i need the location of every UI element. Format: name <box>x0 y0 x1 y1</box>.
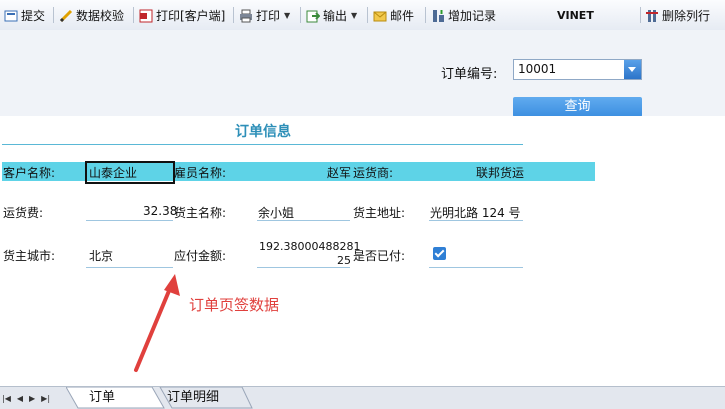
owner-address-value[interactable]: 光明北路 124 号 <box>430 204 521 221</box>
freight-label: 运货费: <box>3 206 44 220</box>
freight-underline <box>86 220 173 221</box>
paid-underline <box>429 267 523 268</box>
toolbar-separator <box>425 7 426 23</box>
amount-label: 应付金额: <box>174 249 227 263</box>
form-title: 订单信息 <box>235 124 291 140</box>
print-button[interactable]: 打印 ▼ <box>239 7 290 25</box>
export-button[interactable]: 输出 ▼ <box>306 7 357 25</box>
first-page-icon[interactable]: |◀ <box>2 394 11 403</box>
tab-order-detail[interactable]: 订单明细 <box>163 387 223 408</box>
toolbar-separator <box>233 7 234 23</box>
query-button[interactable]: 查询 <box>513 97 642 117</box>
employee-value[interactable]: 赵军 <box>327 164 351 181</box>
order-number-select[interactable]: 10001 <box>513 59 642 80</box>
toolbar-separator <box>300 7 301 23</box>
amount-underline <box>257 267 350 268</box>
print-client-button[interactable]: 打印[客户端] <box>139 7 225 25</box>
delete-row-icon <box>645 9 659 23</box>
owner-address-underline <box>429 220 523 221</box>
toolbar: 提交 数据校验 打印[客户端] 打印 ▼ 输出 ▼ 邮件 增加记录 VINET … <box>0 0 725 31</box>
employee-label: 雇员名称: <box>174 166 227 180</box>
amount-value-line2[interactable]: 25 <box>337 254 351 267</box>
paid-label: 是否已付: <box>353 249 406 263</box>
customer-label: 客户名称: <box>3 166 56 180</box>
customer-value: 山泰企业 <box>89 166 138 180</box>
next-page-icon[interactable]: ▶ <box>29 394 35 403</box>
owner-address-label: 货主地址: <box>353 206 406 220</box>
export-icon <box>306 9 321 23</box>
vinet-label: VINET <box>557 9 594 22</box>
toolbar-separator <box>367 7 368 23</box>
order-form: 订单信息 客户名称: 山泰企业 雇员名称: 赵军 运货商: 联邦货运 运货费: … <box>0 116 725 386</box>
tab-order[interactable]: 订单 <box>82 387 122 408</box>
dropdown-arrow-icon: ▼ <box>351 11 358 20</box>
previous-page-icon[interactable]: ◀ <box>17 394 23 403</box>
freight-value[interactable]: 32.38 <box>143 204 177 218</box>
sheet-tab-bar: |◀ ◀ ▶ ▶| 订单 订单明细 <box>0 386 725 409</box>
mail-button[interactable]: 邮件 <box>373 7 414 25</box>
submit-button[interactable]: 提交 <box>4 7 45 25</box>
order-number-value: 10001 <box>518 62 557 76</box>
paid-checkbox[interactable] <box>433 247 446 260</box>
order-number-label: 订单编号: <box>441 67 498 82</box>
shipper-value[interactable]: 联邦货运 <box>476 164 524 181</box>
pencil-icon <box>59 9 73 23</box>
chevron-down-icon[interactable] <box>624 60 641 79</box>
amount-value-line1[interactable]: 192.38000488281 <box>259 240 360 253</box>
title-divider <box>2 144 523 145</box>
toolbar-separator <box>133 7 134 23</box>
annotation-arrow-icon <box>134 274 180 372</box>
owner-city-value[interactable]: 北京 <box>89 247 113 264</box>
add-record-icon <box>431 9 445 23</box>
mail-icon <box>373 9 387 23</box>
delete-row-button[interactable]: 删除列行 <box>645 7 710 25</box>
owner-name-underline <box>257 220 350 221</box>
parameter-panel: 订单编号: 10001 查询 <box>0 30 725 147</box>
annotation-text: 订单页签数据 <box>189 296 280 314</box>
printer-icon <box>239 9 253 23</box>
tab-navigation: |◀ ◀ ▶ ▶| <box>2 390 64 406</box>
submit-icon <box>4 9 18 23</box>
owner-city-label: 货主城市: <box>3 249 56 263</box>
owner-name-label: 货主名称: <box>174 206 227 220</box>
last-page-icon[interactable]: ▶| <box>41 394 50 403</box>
owner-name-value[interactable]: 余小姐 <box>258 204 294 221</box>
validate-button[interactable]: 数据校验 <box>59 7 124 25</box>
add-record-button[interactable]: 增加记录 <box>431 7 496 25</box>
toolbar-separator <box>640 7 641 23</box>
toolbar-separator <box>53 7 54 23</box>
pdf-icon <box>139 9 153 23</box>
shipper-label: 运货商: <box>353 166 394 180</box>
dropdown-arrow-icon: ▼ <box>284 11 291 20</box>
